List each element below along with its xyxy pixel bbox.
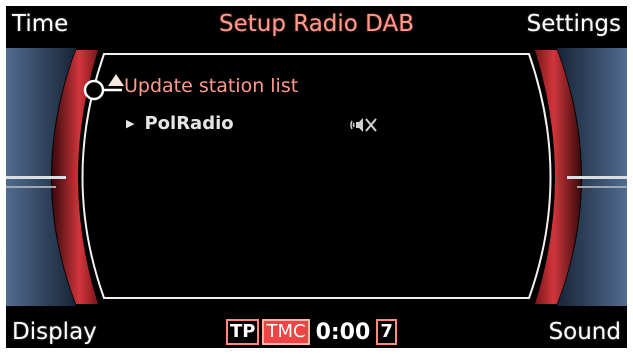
channel-badge: 7	[376, 319, 397, 345]
station-label: PolRadio	[144, 113, 234, 134]
audio-mute-icon	[350, 118, 377, 132]
menu-item-station[interactable]: ▶ PolRadio	[126, 112, 234, 136]
clock-display: 0:00	[315, 319, 371, 345]
menu-item-update-station-list[interactable]: Update station list	[124, 74, 298, 98]
display-softkey[interactable]: Display	[12, 318, 97, 346]
status-bar: TP TMC 0:00 7	[226, 318, 397, 346]
tp-badge: TP	[226, 319, 260, 345]
radio-screen: Time Setup Radio DAB Settings Update sta…	[6, 6, 627, 348]
menu-list: Update station list ▶ PolRadio	[6, 6, 627, 348]
tmc-badge: TMC	[262, 319, 310, 345]
sound-softkey[interactable]: Sound	[549, 318, 621, 346]
play-arrow-icon: ▶	[126, 117, 135, 130]
